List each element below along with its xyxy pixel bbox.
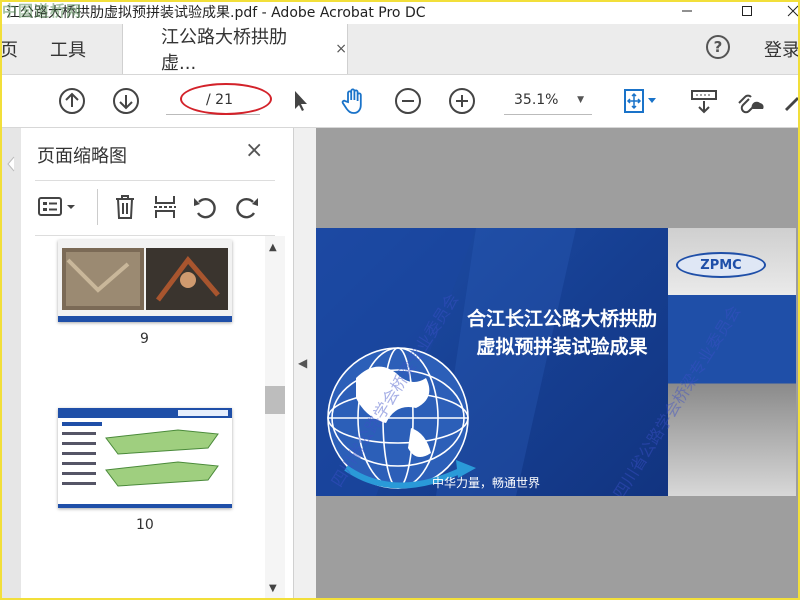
help-icon[interactable]: ?	[706, 35, 730, 59]
page-thumbnails-panel: 页面缩略图 × 9 10 ▲ ▼	[21, 128, 294, 600]
document-view[interactable]: ZPMC 合江长江公路大桥拱肋 虚拟预拼装试验成果 中华力量，畅通世界 四川省公…	[316, 128, 798, 600]
thumbnail-page-number: 9	[140, 331, 149, 347]
left-rail	[0, 128, 21, 600]
hand-tool-icon[interactable]	[338, 85, 370, 117]
thumbnail-page-number: 10	[136, 517, 154, 533]
tab-tools[interactable]: 工具	[50, 24, 100, 74]
maximize-icon[interactable]	[724, 0, 770, 22]
panel-title: 页面缩略图	[37, 146, 127, 167]
slide-title-line-1: 合江长江公路大桥拱肋	[466, 308, 657, 330]
tab-bar: 页 工具 江公路大桥拱肋虚... × ? 登录	[0, 24, 800, 75]
close-icon[interactable]	[770, 0, 800, 22]
tab-home[interactable]: 页	[0, 24, 22, 74]
company-logo: ZPMC	[676, 252, 766, 278]
slide-slogan: 中华力量，畅通世界	[432, 476, 541, 490]
zoom-in-icon[interactable]	[446, 85, 478, 117]
panel-close-icon[interactable]: ×	[245, 138, 263, 163]
thumbnail-page-10[interactable]	[58, 408, 232, 508]
site-watermark: 中国道桥网	[2, 2, 83, 20]
delete-page-icon[interactable]	[109, 191, 141, 223]
scroll-mode-icon[interactable]	[688, 85, 720, 117]
tab-document-label: 江公路大桥拱肋虚...	[161, 27, 287, 74]
zoom-select[interactable]: 35.1% ▼	[504, 88, 592, 115]
thumbnail-options-icon[interactable]	[35, 191, 79, 223]
tab-document[interactable]: 江公路大桥拱肋虚... ×	[122, 24, 348, 74]
page-number-highlight	[180, 83, 272, 115]
zoom-out-icon[interactable]	[392, 85, 424, 117]
tab-close-icon[interactable]: ×	[335, 41, 347, 57]
collapse-panel-icon[interactable]: ◀	[298, 356, 307, 370]
scrollbar-thumb[interactable]	[265, 386, 285, 414]
toolbar: / 21 35.1% ▼	[0, 75, 800, 128]
scroll-down-icon[interactable]: ▼	[269, 583, 277, 594]
more-tools-icon[interactable]	[782, 85, 800, 117]
login-button[interactable]: 登录	[764, 24, 800, 74]
zoom-value: 35.1%	[514, 92, 559, 108]
minimize-icon[interactable]	[664, 0, 710, 22]
panel-toolbar	[35, 180, 275, 236]
pdf-page-slide: ZPMC 合江长江公路大桥拱肋 虚拟预拼装试验成果 中华力量，畅通世界 四川省公…	[316, 228, 796, 496]
select-cursor-icon[interactable]	[284, 85, 316, 117]
rotate-left-icon[interactable]	[189, 191, 221, 223]
scroll-up-icon[interactable]: ▲	[269, 242, 277, 253]
chevron-down-icon: ▼	[577, 95, 584, 105]
previous-page-icon[interactable]	[56, 85, 88, 117]
share-link-icon[interactable]	[734, 85, 766, 117]
toolbar-divider	[97, 189, 98, 225]
thumbnail-scrollbar[interactable]: ▲ ▼	[265, 236, 285, 600]
fit-chevron-down-icon[interactable]	[644, 85, 660, 117]
slide-title-line-2: 虚拟预拼装试验成果	[476, 336, 648, 358]
rotate-right-icon[interactable]	[231, 191, 263, 223]
next-page-icon[interactable]	[110, 85, 142, 117]
extract-page-icon[interactable]	[149, 191, 181, 223]
title-bar: 江公路大桥拱肋虚拟预拼装试验成果.pdf - Adobe Acrobat Pro…	[0, 0, 800, 24]
thumbnail-page-9[interactable]	[58, 240, 232, 322]
